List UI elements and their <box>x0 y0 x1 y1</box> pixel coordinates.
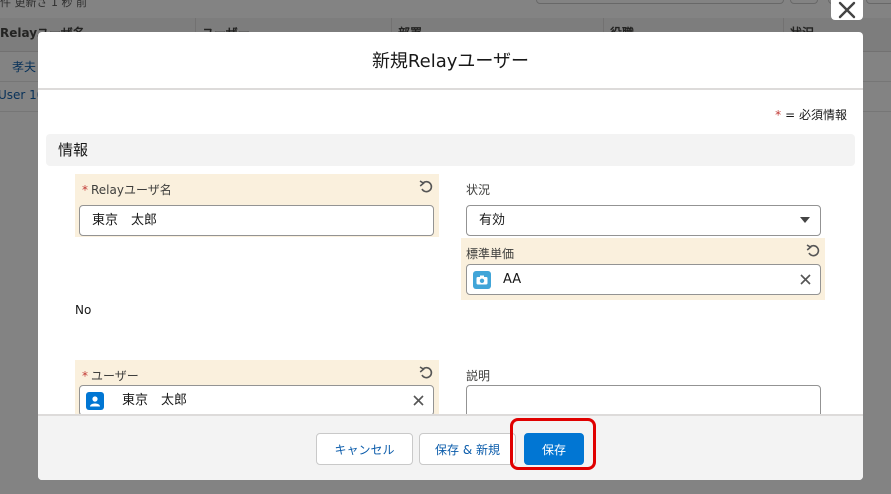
undo-icon[interactable] <box>419 366 433 380</box>
description-label: 説明 <box>466 369 491 383</box>
modal-header: 新規Relayユーザー <box>38 32 863 90</box>
modal-body: *= 必須情報 情報 *Relayユーザ名 東京 太郎 No *ユーザー <box>38 90 863 450</box>
save-and-new-button[interactable]: 保存 & 新規 <box>419 433 516 465</box>
modal-title: 新規Relayユーザー <box>371 51 530 72</box>
required-note: * = 必須情報 <box>775 106 847 123</box>
relay-name-field: * Relayユーザ名 東京 太郎 <box>75 174 439 237</box>
status-select-value: 有効 <box>479 213 506 228</box>
annotation-highlight-box <box>510 418 596 470</box>
relay-name-label-text: Relayユーザ名 <box>91 183 172 197</box>
camera-icon <box>473 271 491 289</box>
status-field: 状況 有効 <box>461 174 825 237</box>
required-star: * <box>82 369 88 383</box>
chevron-down-icon <box>800 217 810 223</box>
cancel-button[interactable]: キャンセル <box>316 433 413 465</box>
clear-icon[interactable] <box>412 394 425 407</box>
user-icon <box>86 392 104 410</box>
required-note-text: = 必須情報 <box>785 108 847 122</box>
required-star: * <box>82 183 88 197</box>
section-title: 情報 <box>58 141 89 159</box>
new-relay-user-modal: 新規Relayユーザー * = 必須情報 情報 * Relayユーザ名 東京 太郎 … <box>38 32 863 480</box>
status-select[interactable]: 有効 <box>466 205 821 236</box>
close-icon <box>838 1 856 19</box>
undo-icon[interactable] <box>419 180 433 194</box>
modal-footer: キャンセル 保存 & 新規 保存 <box>38 414 863 480</box>
required-star: * <box>775 108 782 122</box>
unit-price-lookup-input[interactable]: AA <box>466 264 821 295</box>
unit-price-value: AA <box>503 272 522 287</box>
user-lookup-value: 東京 太郎 <box>122 393 188 408</box>
no-label: No <box>75 303 92 317</box>
undo-icon[interactable] <box>806 244 820 258</box>
status-label: 状況 <box>466 183 491 197</box>
user-label-text: ユーザー <box>91 369 139 383</box>
relay-name-label: * Relayユーザ名 <box>82 181 172 198</box>
user-label: * ユーザー <box>82 367 139 384</box>
unit-price-label: 標準単価 <box>466 247 515 261</box>
modal-close-button[interactable] <box>831 0 863 20</box>
relay-name-input[interactable]: 東京 太郎 <box>79 205 434 236</box>
section-header-info[interactable]: 情報 <box>46 134 855 166</box>
user-lookup-input[interactable]: 東京 太郎 <box>79 385 434 416</box>
unit-price-field: 標準単価 AA <box>461 238 825 300</box>
clear-icon[interactable] <box>799 273 812 286</box>
